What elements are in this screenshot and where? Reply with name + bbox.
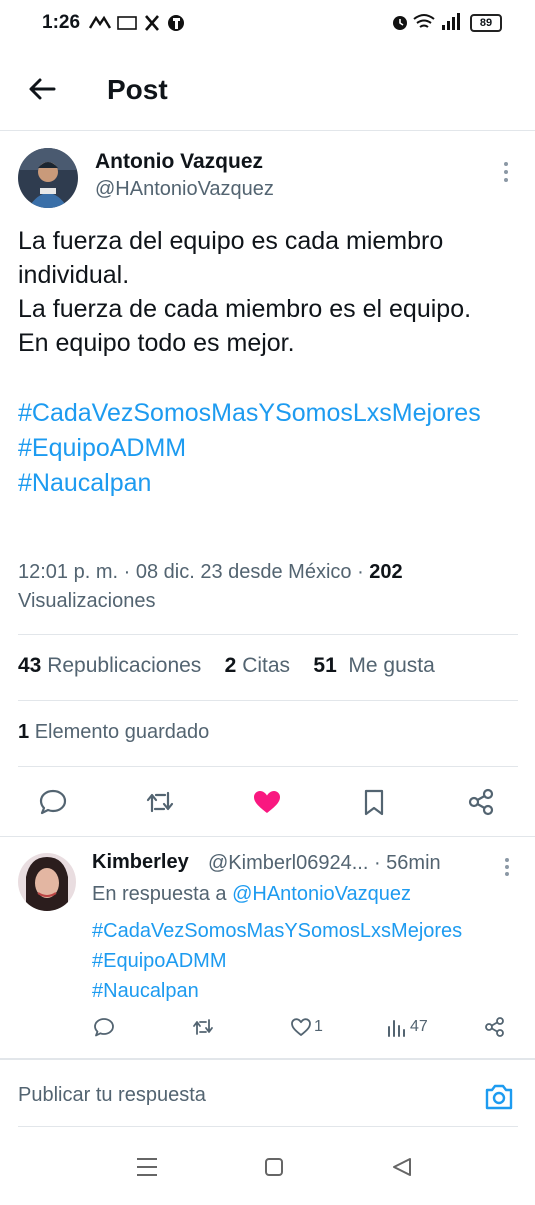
reply-icon[interactable] — [33, 782, 73, 822]
home-nav-icon[interactable] — [265, 1158, 283, 1176]
in-reply-to: En respuesta a @HAntonioVazquez — [92, 883, 411, 906]
in-reply-handle-link[interactable]: @HAntonioVazquez — [232, 883, 411, 905]
more-vertical-icon[interactable] — [498, 160, 514, 184]
post-timestamp: 12:01 p. m. · 08 dic. 23 desde México · — [18, 561, 370, 583]
hashtag-link[interactable]: #CadaVezSomosMasYSomosLxsMejores — [92, 916, 522, 946]
quotes-label: Citas — [242, 654, 291, 677]
reply-share-icon[interactable] — [484, 1016, 506, 1044]
reply-like-button[interactable]: 1 — [290, 1016, 323, 1044]
post-text: La fuerza del equipo es cada miembro ind… — [18, 227, 472, 357]
likes-count: 51 — [313, 654, 337, 677]
stats-divider — [18, 700, 518, 701]
composer-divider — [0, 1058, 535, 1060]
reply-views-count: 47 — [410, 1018, 428, 1035]
bookmark-icon[interactable] — [354, 782, 394, 822]
heart-icon[interactable] — [247, 782, 287, 822]
bookmarks-label: Elemento guardado — [34, 721, 210, 743]
reply-avatar[interactable] — [18, 853, 76, 911]
author-avatar[interactable] — [18, 148, 78, 208]
hashtag-link[interactable]: #CadaVezSomosMasYSomosLxsMejores — [18, 396, 518, 431]
camera-icon[interactable] — [482, 1080, 516, 1114]
author-handle[interactable]: @HAntonioVazquez — [95, 178, 274, 201]
heart-outline-icon — [291, 1018, 311, 1036]
views-icon — [388, 1020, 405, 1037]
quotes-stat[interactable]: 2 Citas — [225, 654, 290, 677]
reply-author-name[interactable]: Kimberley — [92, 851, 189, 874]
back-arrow-icon[interactable] — [26, 72, 60, 106]
reposts-count: 43 — [18, 654, 42, 677]
hashtag-link[interactable]: #Naucalpan — [92, 976, 522, 1006]
views-count: 202 — [369, 561, 403, 583]
reply-handle-text: @Kimberl06924... — [208, 852, 369, 874]
reply-hashtags: #CadaVezSomosMasYSomosLxsMejores #Equipo… — [92, 916, 522, 1006]
back-nav-icon[interactable] — [393, 1158, 411, 1176]
views-label: Visualizaciones — [18, 590, 156, 612]
saved-divider — [18, 766, 518, 767]
share-icon[interactable] — [461, 782, 501, 822]
reply-reply-icon[interactable] — [93, 1016, 115, 1044]
status-bar: 1:26 89 — [0, 0, 535, 48]
bookmarks-count: 1 — [18, 721, 30, 743]
post-hashtags: #CadaVezSomosMasYSomosLxsMejores #Equipo… — [18, 396, 518, 501]
hashtag-link[interactable]: #Naucalpan — [18, 466, 518, 501]
bookmarks-stat[interactable]: 1 Elemento guardado — [18, 721, 209, 744]
battery-indicator: 89 — [470, 14, 502, 32]
likes-label: Me gusta — [348, 654, 435, 677]
reply-likes-count: 1 — [314, 1018, 323, 1035]
engagement-stats: 43 Republicaciones 2 Citas 51 Me gusta — [18, 654, 435, 678]
menu-nav-icon[interactable] — [137, 1158, 157, 1176]
likes-stat[interactable]: 51 Me gusta — [313, 654, 434, 677]
actions-divider — [0, 836, 535, 837]
meta-divider — [18, 634, 518, 635]
reply-repost-icon[interactable] — [192, 1016, 214, 1044]
repost-icon[interactable] — [140, 782, 180, 822]
status-notification-icons — [88, 12, 198, 39]
composer-bottom-divider — [18, 1126, 518, 1127]
author-name[interactable]: Antonio Vazquez — [95, 150, 263, 174]
header-divider — [0, 130, 535, 131]
reply-author-handle[interactable]: @Kimberl06924... · 56min — [208, 852, 441, 875]
reposts-stat[interactable]: 43 Republicaciones — [18, 654, 201, 677]
in-reply-prefix: En respuesta a — [92, 883, 233, 905]
reply-input[interactable]: Publicar tu respuesta — [18, 1084, 206, 1107]
reply-time: · 56min — [373, 852, 441, 874]
post-meta: 12:01 p. m. · 08 dic. 23 desde México · … — [18, 558, 523, 616]
hashtag-link[interactable]: #EquipoADMM — [18, 431, 518, 466]
reposts-label: Republicaciones — [47, 654, 202, 677]
hashtag-link[interactable]: #EquipoADMM — [92, 946, 522, 976]
quotes-count: 2 — [224, 654, 237, 677]
status-time: 1:26 — [42, 12, 81, 33]
reply-views-button[interactable]: 47 — [386, 1016, 428, 1044]
reply-more-vertical-icon[interactable] — [500, 856, 514, 878]
page-title: Post — [107, 74, 168, 105]
status-system-icons: 89 — [390, 10, 510, 36]
system-nav-bar — [0, 1140, 535, 1200]
